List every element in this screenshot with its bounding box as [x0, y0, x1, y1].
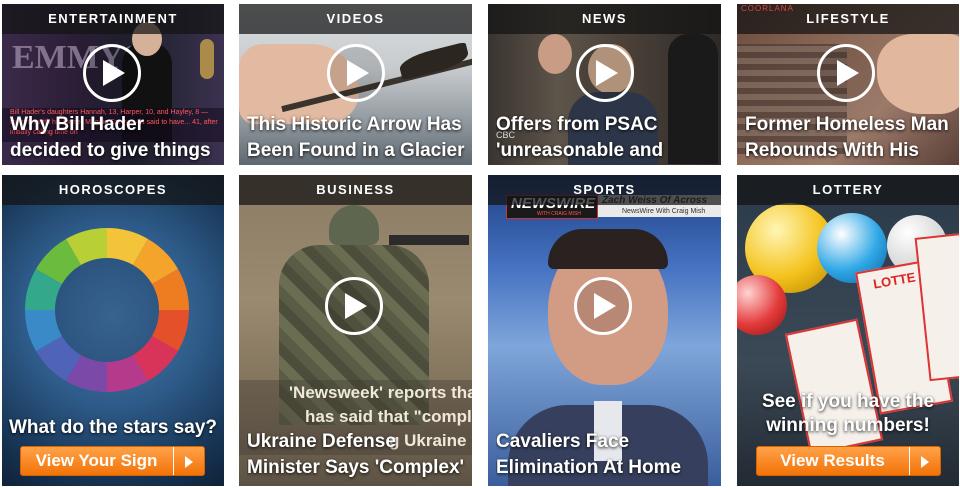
headline-line-1: Cavaliers Face — [496, 431, 630, 452]
category-label: ENTERTAINMENT — [2, 4, 224, 34]
overlay-text-1: 'Newsweek' reports tha — [289, 383, 472, 402]
chevron-right-icon — [909, 447, 940, 475]
tile-horoscopes[interactable]: HOROSCOPES What do the stars say? View Y… — [2, 175, 224, 486]
chevron-right-icon — [173, 447, 204, 475]
category-label: SPORTS — [488, 175, 721, 205]
play-icon — [594, 293, 616, 319]
tile-lottery[interactable]: LOTTE LOTTERY See if you have the winnin… — [737, 175, 959, 486]
view-results-button[interactable]: View Results — [756, 446, 941, 476]
headline-line-1: Former Homeless Man — [745, 114, 949, 135]
play-icon — [347, 60, 369, 86]
play-button[interactable] — [325, 277, 383, 335]
headline-line-2: Elimination At Home — [496, 457, 682, 478]
headline-line-2: Been Found in a Glacier — [247, 140, 465, 161]
headline-line-2: 'unreasonable and — [496, 140, 664, 161]
play-icon — [596, 60, 618, 86]
category-label: VIDEOS — [239, 4, 472, 34]
promo-text-line-1: See if you have the — [761, 391, 935, 412]
headline-line-1: This Historic Arrow Has — [247, 114, 462, 135]
lifestyle-sign: COORLANA — [741, 4, 794, 13]
category-label: BUSINESS — [239, 175, 472, 205]
tile-business[interactable]: 'Newsweek' reports tha has said that "co… — [239, 175, 472, 486]
tile-videos[interactable]: VIDEOS This Historic Arrow Has Been Foun… — [239, 4, 472, 165]
headline-line-2: Minister Says 'Complex' — [247, 457, 465, 478]
promo-text: What do the stars say? — [9, 417, 217, 438]
play-icon — [345, 293, 367, 319]
headline-line-2: decided to give things — [10, 140, 211, 161]
tile-entertainment[interactable]: EMMYS Bill Hader's daughters Hannah, 13,… — [2, 4, 224, 165]
category-label: NEWS — [488, 4, 721, 34]
view-your-sign-button[interactable]: View Your Sign — [20, 446, 205, 476]
play-button[interactable] — [327, 44, 385, 102]
headline-line-2: Rebounds With His — [745, 140, 919, 161]
banner-sub: NewsWire With Craig Mish — [622, 208, 706, 215]
play-button[interactable] — [83, 44, 141, 102]
play-icon — [837, 60, 859, 86]
tile-lifestyle[interactable]: COORLANA LIFESTYLE Former Homeless Man R… — [737, 4, 959, 165]
lottery-thumbnail — [737, 175, 959, 486]
play-button[interactable] — [574, 277, 632, 335]
category-label: LOTTERY — [737, 175, 959, 205]
play-button[interactable] — [817, 44, 875, 102]
category-label: HOROSCOPES — [2, 175, 224, 205]
play-icon — [103, 60, 125, 86]
headline-line-1: Why Bill Hader — [10, 114, 145, 135]
play-button[interactable] — [576, 44, 634, 102]
headline-line-1: Ukraine Defense — [247, 431, 396, 452]
overlay-text-2: has said that "comple — [305, 407, 472, 426]
cta-label: View Results — [780, 451, 885, 470]
headline-line-1: Offers from PSAC — [496, 114, 658, 135]
promo-text-line-2: winning numbers! — [766, 415, 930, 436]
cta-label: View Your Sign — [35, 451, 158, 470]
tile-news[interactable]: CBC NEWS Offers from PSAC 'unreasonable … — [488, 4, 721, 165]
tile-sports[interactable]: NEWSWIRE WITH CRAIG MISH Zach Weiss Of A… — [488, 175, 721, 486]
